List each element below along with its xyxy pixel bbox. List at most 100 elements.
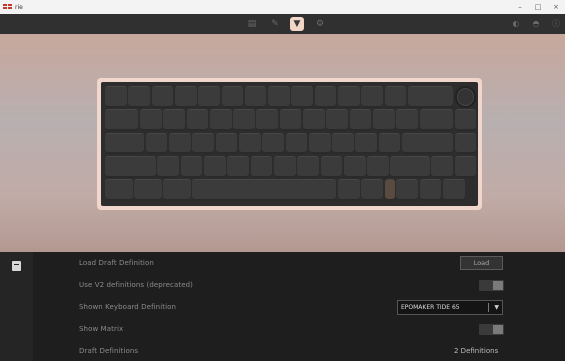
- save-icon[interactable]: [12, 261, 21, 271]
- keyboard-preview-area: [0, 34, 565, 252]
- keycap[interactable]: [157, 155, 180, 178]
- keycap[interactable]: [163, 179, 191, 201]
- draft-definitions-row: Draft Definitions 2 Definitions: [33, 340, 565, 361]
- keycap[interactable]: [227, 155, 249, 178]
- keycap[interactable]: [442, 179, 465, 201]
- keycap[interactable]: [238, 132, 261, 155]
- v2-definitions-row: Use V2 definitions (deprecated): [33, 274, 565, 296]
- select-separator: [488, 303, 489, 312]
- rotary-knob[interactable]: [454, 86, 477, 108]
- settings-panel: Load Draft Definition Load Use V2 defini…: [0, 252, 565, 361]
- keycap[interactable]: [209, 109, 232, 131]
- shown-definition-value: EPOMAKER TIDE 65: [401, 304, 460, 311]
- keycap[interactable]: [105, 86, 127, 108]
- keycap[interactable]: [402, 132, 453, 155]
- keycap[interactable]: [233, 109, 255, 131]
- keycap[interactable]: [174, 86, 197, 108]
- minimize-button[interactable]: –: [511, 0, 529, 14]
- maximize-button[interactable]: □: [529, 0, 547, 14]
- show-matrix-row: Show Matrix: [33, 318, 565, 340]
- keyboard-icon[interactable]: ▤: [245, 17, 259, 31]
- github-icon[interactable]: ◐: [510, 17, 522, 31]
- keycap[interactable]: [320, 155, 343, 178]
- window-title: rie: [15, 3, 23, 11]
- keycap[interactable]: [169, 132, 191, 155]
- v2-definitions-toggle[interactable]: [479, 280, 504, 291]
- keycap[interactable]: [268, 86, 290, 108]
- keycap[interactable]: [396, 179, 418, 201]
- keycap[interactable]: [372, 109, 395, 131]
- load-button[interactable]: Load: [460, 256, 503, 270]
- keycap[interactable]: [221, 86, 244, 108]
- keycap[interactable]: [349, 109, 372, 131]
- keycap[interactable]: [105, 109, 139, 131]
- keycap[interactable]: [128, 86, 150, 108]
- keycap[interactable]: [105, 155, 156, 178]
- load-draft-row: Load Draft Definition Load: [33, 252, 565, 274]
- show-matrix-label: Show Matrix: [79, 325, 124, 333]
- keycap[interactable]: [105, 179, 133, 201]
- discord-icon[interactable]: ◓: [530, 17, 542, 31]
- keycap[interactable]: [192, 132, 215, 155]
- keycap[interactable]: [139, 109, 162, 131]
- keycap[interactable]: [303, 109, 325, 131]
- shown-definition-select[interactable]: EPOMAKER TIDE 65 ▼: [397, 300, 503, 315]
- brush-icon[interactable]: ✎: [268, 17, 282, 31]
- keycap[interactable]: [314, 86, 337, 108]
- keycap[interactable]: [431, 155, 453, 178]
- keycap[interactable]: [204, 155, 226, 178]
- keycap[interactable]: [378, 132, 401, 155]
- keycap[interactable]: [151, 86, 174, 108]
- keycap[interactable]: [291, 86, 314, 108]
- keycap[interactable]: [355, 132, 378, 155]
- design-icon[interactable]: ▼: [290, 17, 304, 31]
- shown-definition-row: Shown Keyboard Definition EPOMAKER TIDE …: [33, 296, 565, 318]
- draft-definitions-label: Draft Definitions: [79, 347, 139, 355]
- keycap[interactable]: [198, 86, 220, 108]
- keycap[interactable]: [396, 109, 418, 131]
- keycap[interactable]: [186, 109, 209, 131]
- keycap[interactable]: [338, 179, 360, 201]
- keycap[interactable]: [297, 155, 319, 178]
- keycap[interactable]: [285, 132, 308, 155]
- keycap[interactable]: [361, 179, 383, 201]
- settings-side-tab: [0, 252, 33, 361]
- window-titlebar: rie – □ ×: [0, 0, 565, 14]
- keycap[interactable]: [419, 179, 442, 201]
- keycap[interactable]: [134, 179, 162, 201]
- keycap[interactable]: [367, 155, 389, 178]
- keycap[interactable]: [454, 132, 477, 155]
- keycap[interactable]: [454, 109, 477, 131]
- keyboard-plate: [101, 82, 478, 206]
- keycap[interactable]: [262, 132, 284, 155]
- keycap[interactable]: [332, 132, 354, 155]
- v2-definitions-label: Use V2 definitions (deprecated): [79, 281, 194, 289]
- info-icon[interactable]: ⓘ: [550, 17, 562, 31]
- keycap[interactable]: [244, 86, 267, 108]
- gear-icon[interactable]: ⚙: [313, 17, 327, 31]
- keycap[interactable]: [419, 109, 453, 131]
- keycap[interactable]: [454, 155, 477, 178]
- show-matrix-toggle[interactable]: [479, 324, 504, 335]
- keycap[interactable]: [279, 109, 302, 131]
- keycap[interactable]: [343, 155, 366, 178]
- keycap[interactable]: [163, 109, 185, 131]
- close-button[interactable]: ×: [547, 0, 565, 14]
- keycap[interactable]: [308, 132, 331, 155]
- keycap[interactable]: [273, 155, 296, 178]
- keycap[interactable]: [338, 86, 360, 108]
- keycap[interactable]: [361, 86, 383, 108]
- keycap[interactable]: [192, 179, 337, 201]
- keycap[interactable]: [180, 155, 203, 178]
- keyboard-frame: [97, 78, 482, 210]
- keycap[interactable]: [105, 132, 145, 155]
- keycap[interactable]: [407, 86, 453, 108]
- keycap[interactable]: [390, 155, 430, 178]
- keycap[interactable]: [384, 86, 407, 108]
- chevron-down-icon: ▼: [494, 304, 499, 311]
- keycap[interactable]: [215, 132, 238, 155]
- keycap[interactable]: [250, 155, 273, 178]
- keycap[interactable]: [145, 132, 168, 155]
- keycap[interactable]: [326, 109, 349, 131]
- keycap[interactable]: [256, 109, 279, 131]
